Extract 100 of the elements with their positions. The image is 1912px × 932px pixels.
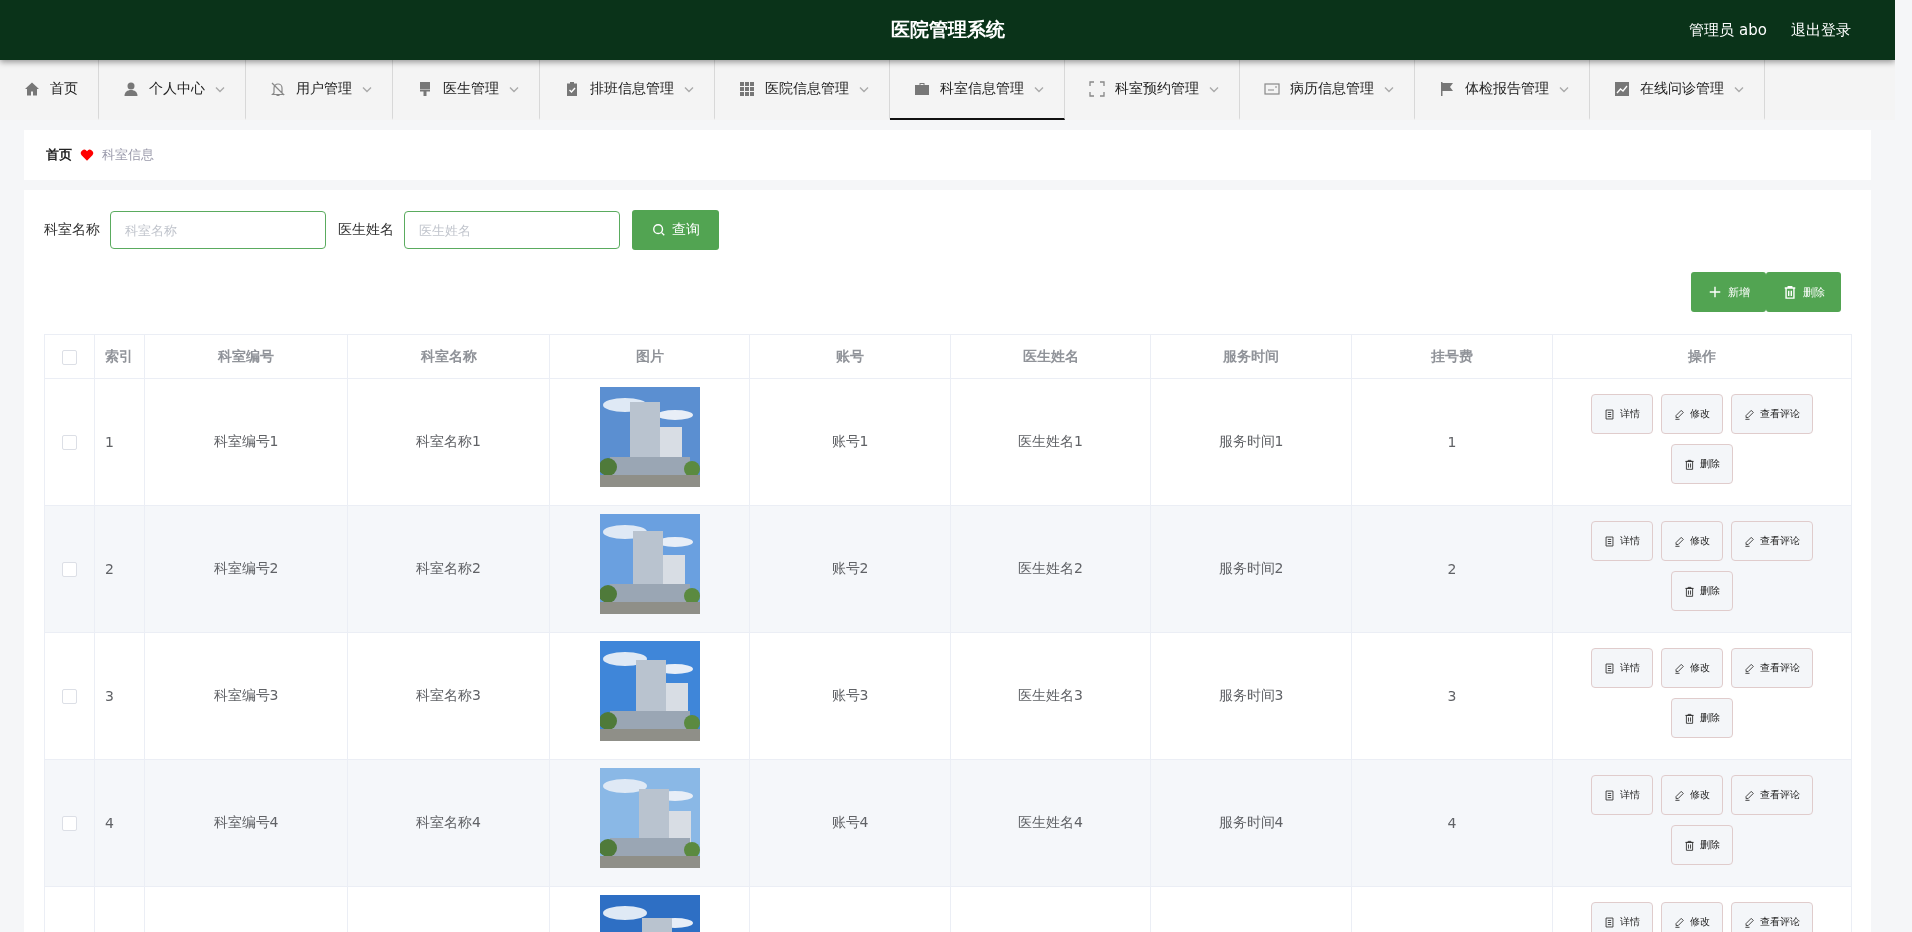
checkbox[interactable]: [62, 349, 77, 365]
pencil-icon: [1674, 535, 1685, 547]
nav-tab[interactable]: 首页: [0, 60, 99, 120]
edit-button[interactable]: 修改: [1661, 394, 1723, 434]
pencil-icon: [1744, 789, 1755, 801]
nav-tab[interactable]: 排班信息管理: [540, 60, 715, 120]
bell-off-icon: [270, 81, 286, 97]
edit-button[interactable]: 修改: [1661, 775, 1723, 815]
pencil-icon: [1674, 408, 1685, 420]
nav-tab[interactable]: 在线问诊管理: [1590, 60, 1765, 120]
column-header: 医生姓名: [950, 334, 1151, 379]
delete-button[interactable]: 删除: [1671, 698, 1733, 738]
trash-icon: [1684, 458, 1695, 470]
search-field[interactable]: 医生姓名: [404, 211, 620, 249]
document-icon: [1604, 408, 1615, 420]
user-name: 管理员 abo: [1689, 20, 1767, 40]
clipboard-icon: [564, 81, 580, 97]
table-cell: 1: [1447, 434, 1457, 450]
document-icon: [1604, 916, 1615, 928]
nav-tab[interactable]: 科室预约管理: [1065, 60, 1240, 120]
delete-button[interactable]: 删除: [1671, 571, 1733, 611]
edit-button[interactable]: 查看评论: [1731, 902, 1813, 932]
column-header: 索引: [94, 334, 145, 379]
table-cell: 科室编号1: [213, 433, 279, 449]
column-header: 操作: [1552, 334, 1852, 379]
pencil-icon: [1674, 916, 1685, 928]
edit-button[interactable]: 查看评论: [1731, 775, 1813, 815]
table-cell: 账号1: [831, 433, 869, 449]
edit-button[interactable]: 修改: [1661, 648, 1723, 688]
logout-link[interactable]: 退出登录: [1791, 20, 1851, 40]
table-cell: 医生姓名2: [1018, 560, 1083, 576]
delete-button[interactable]: 删除: [1671, 444, 1733, 484]
nav-tab[interactable]: 科室信息管理: [890, 60, 1065, 120]
table-cell: 账号3: [831, 687, 869, 703]
table-cell: 4: [1447, 815, 1457, 831]
details-button[interactable]: 详情: [1591, 775, 1653, 815]
nav-tab[interactable]: 医院信息管理: [715, 60, 890, 120]
chart-icon: [1614, 81, 1630, 97]
checkbox[interactable]: [62, 816, 77, 832]
column-header: 图片: [549, 334, 750, 379]
checkbox[interactable]: [62, 689, 77, 705]
trash-icon: [1684, 712, 1695, 724]
checkbox[interactable]: [62, 435, 77, 451]
search-icon: [651, 223, 666, 237]
nav-tab[interactable]: 用户管理: [246, 60, 393, 120]
edit-button[interactable]: 查看评论: [1731, 394, 1813, 434]
edit-button[interactable]: 修改: [1661, 521, 1723, 561]
heart-icon: [80, 148, 94, 162]
delete-button[interactable]: 删除: [1671, 825, 1733, 865]
nav-tab[interactable]: 体检报告管理: [1415, 60, 1590, 120]
person-icon: [123, 81, 139, 97]
nav-tab[interactable]: 医生管理: [393, 60, 540, 120]
grid-icon: [739, 81, 755, 97]
details-button[interactable]: 详情: [1591, 521, 1653, 561]
nav-tab[interactable]: 个人中心: [99, 60, 246, 120]
brush-icon: [417, 81, 433, 97]
document-icon: [1604, 535, 1615, 547]
edit-button[interactable]: 修改: [1661, 902, 1723, 932]
pencil-icon: [1674, 662, 1685, 674]
details-button[interactable]: 详情: [1591, 394, 1653, 434]
table-cell: 科室编号4: [213, 814, 279, 830]
checkbox[interactable]: [62, 562, 77, 578]
table-cell: 账号2: [831, 560, 869, 576]
table-cell: 服务时间3: [1218, 687, 1284, 703]
trash-icon: [1684, 585, 1695, 597]
edit-button[interactable]: 查看评论: [1731, 521, 1813, 561]
table-cell: 科室名称3: [416, 687, 481, 703]
column-header: 服务时间: [1150, 334, 1352, 379]
column-header: 挂号费: [1351, 334, 1553, 379]
table-cell: 医生姓名4: [1018, 814, 1083, 830]
row-index: 1: [105, 434, 114, 450]
column-header: 科室编号: [144, 334, 348, 379]
table-cell: 服务时间1: [1218, 433, 1284, 449]
pencil-icon: [1744, 662, 1755, 674]
breadcrumb-home[interactable]: 首页: [46, 146, 72, 164]
frame-icon: [1089, 81, 1105, 97]
details-button[interactable]: 详情: [1591, 648, 1653, 688]
table-cell: 2: [1447, 561, 1457, 577]
table-cell: 服务时间4: [1218, 814, 1284, 830]
table-cell: 科室编号3: [213, 687, 279, 703]
table-cell: 3: [1447, 688, 1457, 704]
table-cell: 科室名称2: [416, 560, 481, 576]
row-index: 3: [105, 688, 114, 704]
flag-icon: [1439, 81, 1455, 97]
column-header: 账号: [749, 334, 951, 379]
nav-tab[interactable]: 病历信息管理: [1240, 60, 1415, 120]
search-field[interactable]: 科室名称: [110, 211, 326, 249]
document-icon: [1604, 789, 1615, 801]
table-cell: 科室名称4: [416, 814, 481, 830]
pencil-icon: [1744, 408, 1755, 420]
breadcrumb-current: 科室信息: [102, 146, 154, 164]
details-button[interactable]: 详情: [1591, 902, 1653, 932]
card-icon: [1264, 81, 1280, 97]
document-icon: [1604, 662, 1615, 674]
edit-button[interactable]: 查看评论: [1731, 648, 1813, 688]
home-icon: [24, 81, 40, 97]
trash-icon: [1782, 285, 1797, 299]
table-cell: 服务时间2: [1218, 560, 1284, 576]
field-label: 科室名称: [44, 221, 100, 239]
row-index: 4: [105, 815, 114, 831]
